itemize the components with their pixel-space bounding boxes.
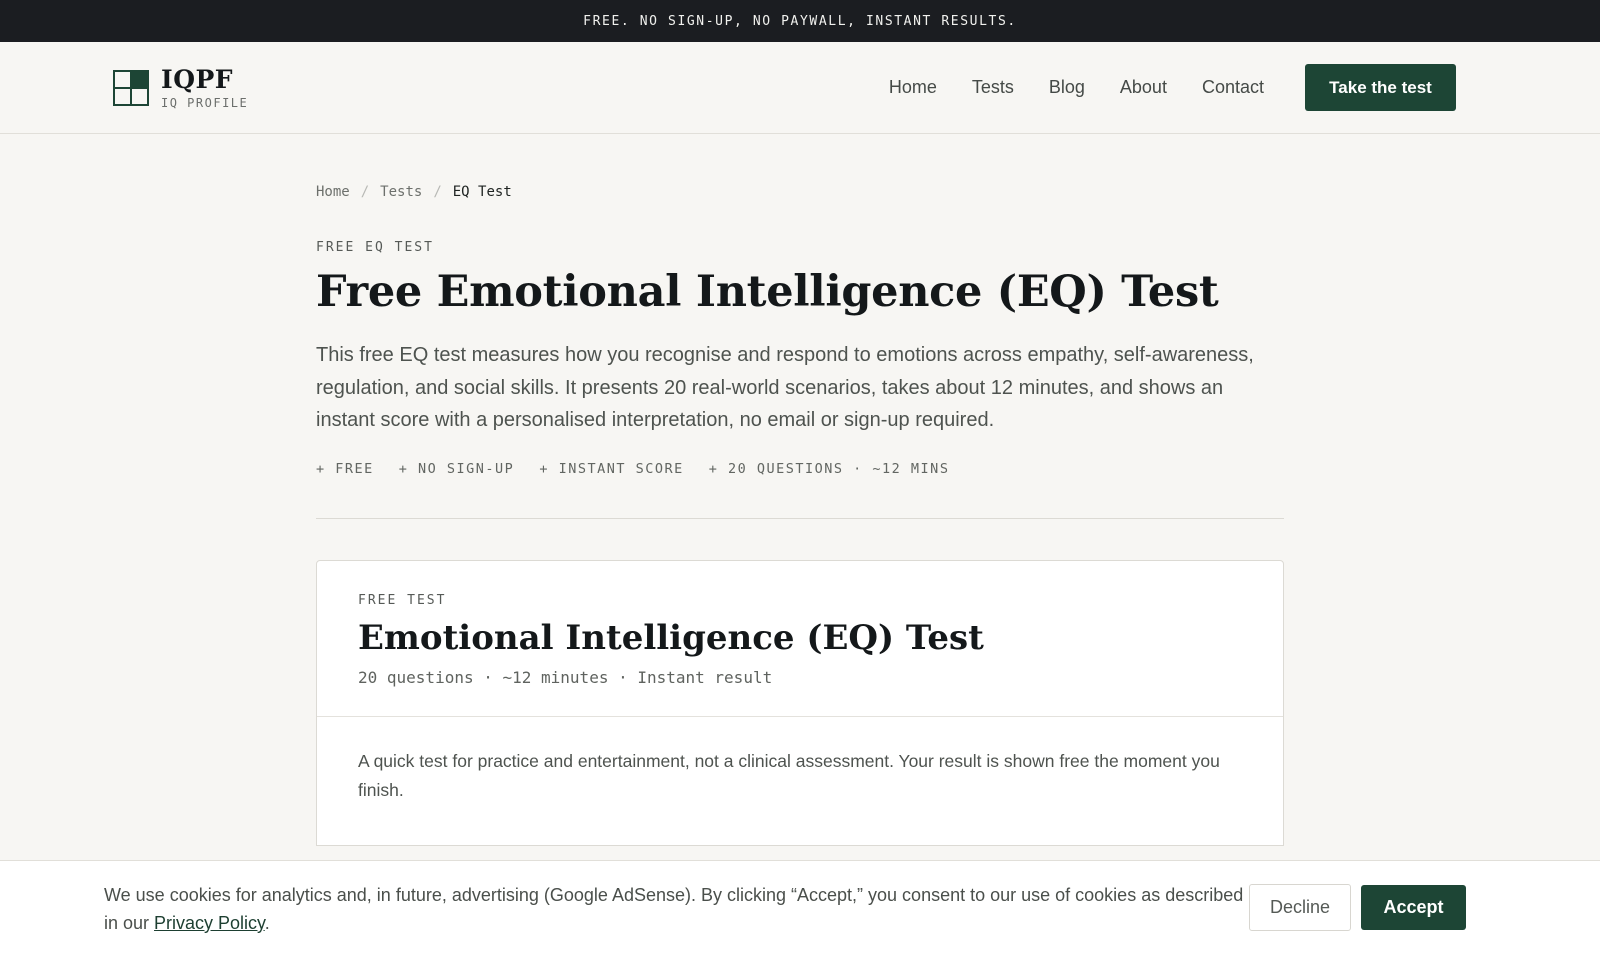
test-card-meta: 20 questions · ~12 minutes · Instant res…	[358, 667, 773, 687]
privacy-policy-link[interactable]: Privacy Policy	[154, 913, 265, 933]
logo-title: IQPF	[161, 64, 234, 94]
chip-questions-duration: + 20 QUESTIONS · ~12 MINS	[708, 460, 950, 477]
site-logo[interactable]: IQPF IQ PROFILE	[113, 67, 248, 109]
announcement-bar: FREE. NO SIGN-UP, NO PAYWALL, INSTANT RE…	[0, 0, 1600, 42]
nav-contact[interactable]: Contact	[1202, 77, 1264, 98]
logo-subtitle: IQ PROFILE	[161, 95, 249, 110]
nav-tests[interactable]: Tests	[972, 77, 1014, 98]
cookie-actions: Decline Accept	[1249, 883, 1466, 931]
main-content: Home / Tests / EQ Test FREE EQ TEST Free…	[316, 134, 1284, 846]
breadcrumb: Home / Tests / EQ Test	[316, 184, 1284, 200]
main-nav: Home Tests Blog About Contact	[889, 77, 1264, 98]
hero-lead: This free EQ test measures how you recog…	[316, 344, 1254, 432]
test-card-description: A quick test for practice and entertainm…	[358, 750, 1220, 800]
cookie-text-end: .	[264, 913, 270, 933]
accept-button[interactable]: Accept	[1361, 884, 1466, 930]
announcement-text: FREE. NO SIGN-UP, NO PAYWALL, INSTANT RE…	[583, 13, 1017, 29]
cookie-text: We use cookies for analytics and, in fut…	[104, 885, 1244, 933]
logo-grid-icon	[113, 69, 149, 106]
test-card-body: A quick test for practice and entertainm…	[317, 717, 1283, 845]
chip-no-sign-up: + NO SIGN-UP	[398, 460, 515, 477]
section-divider	[316, 517, 1284, 519]
nav-blog[interactable]: Blog	[1049, 77, 1085, 98]
test-card: FREE TEST Emotional Intelligence (EQ) Te…	[316, 559, 1284, 846]
breadcrumb-separator: /	[433, 184, 442, 200]
site-header: IQPF IQ PROFILE Home Tests Blog About Co…	[0, 42, 1600, 134]
nav-home[interactable]: Home	[889, 77, 937, 98]
take-the-test-button[interactable]: Take the test	[1305, 64, 1456, 111]
test-card-header: FREE TEST Emotional Intelligence (EQ) Te…	[317, 561, 1283, 717]
chip-instant-score: + INSTANT SCORE	[539, 460, 684, 477]
breadcrumb-home[interactable]: Home	[316, 184, 350, 200]
hero-eyebrow: FREE EQ TEST	[316, 240, 434, 255]
chip-free: + FREE	[316, 460, 374, 477]
feature-chips: + FREE + NO SIGN-UP + INSTANT SCORE + 20…	[316, 461, 1284, 477]
cookie-message: We use cookies for analytics and, in fut…	[104, 881, 1244, 937]
decline-button[interactable]: Decline	[1249, 883, 1351, 931]
breadcrumb-tests[interactable]: Tests	[380, 184, 422, 200]
test-card-title: Emotional Intelligence (EQ) Test	[358, 617, 984, 658]
nav-about[interactable]: About	[1120, 77, 1167, 98]
breadcrumb-separator: /	[360, 184, 370, 200]
breadcrumb-current: EQ Test	[452, 184, 512, 200]
cookie-banner: We use cookies for analytics and, in fut…	[0, 860, 1600, 957]
test-card-eyebrow: FREE TEST	[358, 592, 447, 608]
page-title: Free Emotional Intelligence (EQ) Test	[316, 267, 1219, 317]
